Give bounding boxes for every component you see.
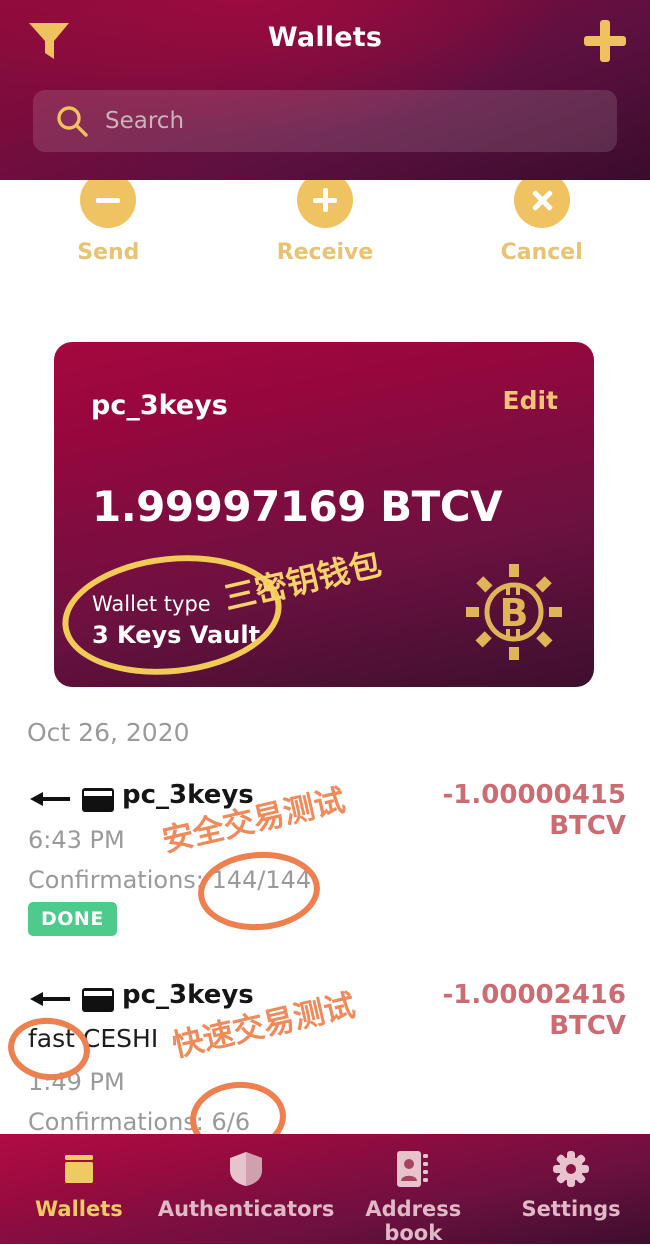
btcv-coin-icon: B [466, 564, 562, 660]
wallet-type-label: Wallet type [92, 592, 211, 616]
wallet-balance: 1.99997169 BTCV [92, 482, 503, 531]
gear-icon [492, 1150, 650, 1188]
minus-circle-icon [80, 172, 137, 228]
transaction-amount-currency: BTCV [549, 811, 626, 841]
transaction-amount-value: -1.00002416 [442, 980, 627, 1010]
transaction-row[interactable]: pc_3keys 6:43 PM Confirmations: 144/144 … [0, 780, 650, 936]
transaction-amount: -1.00002416 BTCV [366, 980, 627, 1042]
transaction-time: 6:43 PM [28, 826, 125, 854]
svg-text:B: B [500, 591, 529, 635]
transaction-amount: -1.00000415 BTCV [366, 780, 627, 842]
nav-item-authenticators[interactable]: Authenticators [157, 1134, 335, 1244]
send-label: Send [77, 240, 140, 265]
transaction-confirmations: Confirmations: 6/6 [28, 1108, 251, 1136]
shield-icon [158, 1150, 335, 1188]
status-badge: DONE [28, 902, 117, 936]
nav-label-address-book: Address book [365, 1197, 462, 1245]
add-wallet-button[interactable] [582, 18, 628, 64]
transaction-amount-currency: BTCV [549, 1011, 626, 1041]
edit-wallet-link[interactable]: Edit [503, 386, 559, 415]
wallet-icon [0, 1150, 158, 1188]
receive-button[interactable]: Receive [217, 172, 434, 288]
nav-item-settings[interactable]: Settings [492, 1134, 650, 1244]
arrow-left-icon [30, 788, 72, 810]
bottom-navigation: Wallets Authenticators Address book Sett… [0, 1134, 650, 1245]
transaction-date-header: Oct 26, 2020 [27, 718, 190, 747]
address-book-icon [334, 1150, 492, 1188]
nav-label-authenticators: Authenticators [157, 1197, 335, 1221]
transaction-row[interactable]: pc_3keys fast CESHI 1:49 PM Confirmation… [0, 980, 650, 1136]
cancel-button[interactable]: Cancel [433, 172, 650, 288]
transaction-time: 1:49 PM [28, 1068, 125, 1096]
transaction-note: fast CESHI [28, 1024, 159, 1053]
send-button[interactable]: Send [0, 172, 217, 288]
transaction-confirmations: Confirmations: 144/144 [28, 866, 312, 894]
search-icon [55, 104, 89, 138]
nav-item-wallets[interactable]: Wallets [0, 1134, 158, 1244]
arrow-left-icon [30, 988, 72, 1010]
plus-circle-icon [297, 172, 353, 228]
nav-item-address-book[interactable]: Address book [334, 1134, 492, 1245]
transaction-wallet-name: pc_3keys [122, 780, 254, 810]
transaction-wallet-name: pc_3keys [122, 980, 254, 1010]
search-bar[interactable] [33, 90, 617, 152]
receive-label: Receive [276, 240, 374, 265]
wallet-card-icon [82, 988, 114, 1012]
transaction-amount-value: -1.00000415 [442, 780, 627, 810]
search-input[interactable] [105, 108, 545, 134]
close-circle-icon [513, 172, 570, 228]
wallet-card[interactable]: pc_3keys Edit 1.99997169 BTCV Wallet typ… [54, 342, 594, 687]
page-title: Wallets [267, 22, 383, 53]
wallet-name: pc_3keys [91, 390, 228, 421]
nav-label-wallets: Wallets [35, 1197, 123, 1221]
wallet-actions-row: Send Receive Cancel [0, 172, 650, 288]
cancel-label: Cancel [500, 240, 583, 265]
nav-label-settings: Settings [521, 1197, 621, 1221]
wallet-card-icon [82, 788, 114, 812]
wallet-type-value: 3 Keys Vault [92, 621, 261, 649]
app-header: Wallets [0, 0, 650, 180]
